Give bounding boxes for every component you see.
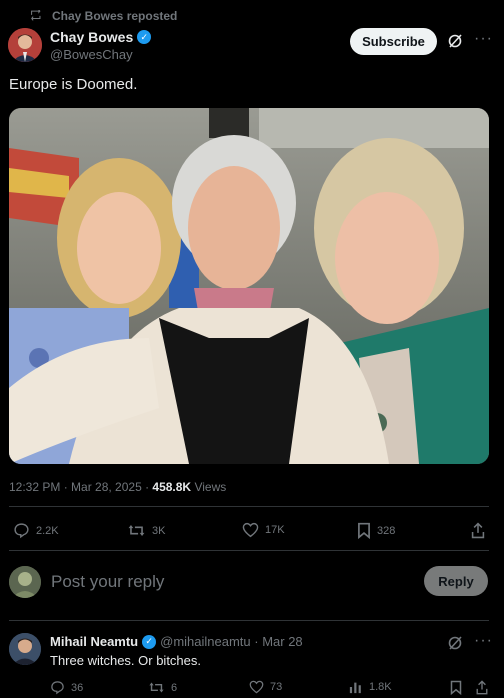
comment-repost-action[interactable]: 6: [148, 680, 177, 695]
reply-icon: [14, 523, 29, 539]
comment-like-count: 73: [270, 681, 283, 693]
share-action[interactable]: [470, 522, 486, 539]
reply-input[interactable]: Post your reply: [51, 572, 164, 592]
divider: [9, 506, 489, 507]
tweet-photo[interactable]: [9, 108, 489, 464]
tweet-time[interactable]: 12:32 PM · Mar 28, 2025 ·: [9, 480, 152, 494]
bookmark-icon: [358, 522, 370, 539]
comment-reply-action[interactable]: 36: [50, 680, 83, 695]
views-chart-icon: [349, 682, 361, 694]
author-name[interactable]: Chay Bowes: [50, 29, 133, 45]
share-icon: [471, 522, 485, 539]
verified-badge-icon: ✓: [137, 30, 152, 44]
more-options-button[interactable]: ···: [474, 30, 493, 48]
comment-reply-count: 36: [71, 681, 84, 694]
verified-badge-icon: ✓: [142, 634, 157, 649]
reply-action[interactable]: 2.2K: [13, 522, 59, 539]
repost-label: Chay Bowes reposted: [52, 9, 178, 23]
reply-icon: [51, 681, 64, 695]
grok-icon[interactable]: [447, 635, 463, 651]
comment-views-action[interactable]: 1.8K: [349, 680, 392, 694]
author-avatar[interactable]: [8, 28, 42, 62]
comment-header: Mihail Neamtu ✓ @mihailneamtu · Mar 28: [50, 634, 303, 649]
divider: [9, 550, 489, 551]
comment-views-count: 1.8K: [369, 681, 392, 693]
repost-indicator[interactable]: Chay Bowes reposted: [30, 9, 177, 23]
comment-bookmark-action[interactable]: [450, 680, 462, 695]
comment-more-button[interactable]: ···: [474, 632, 493, 650]
author-name-row[interactable]: Chay Bowes ✓: [50, 29, 152, 45]
comment-meta[interactable]: @mihailneamtu · Mar 28: [160, 634, 303, 649]
views-count: 458.8K: [152, 480, 192, 494]
comment-share-action[interactable]: [475, 680, 489, 695]
grok-icon[interactable]: [447, 33, 463, 49]
tweet-meta: 12:32 PM · Mar 28, 2025 · 458.8K Views: [9, 480, 226, 494]
comment-like-action[interactable]: 73: [249, 680, 282, 694]
tweet-text: Europe is Doomed.: [9, 76, 138, 93]
divider: [9, 620, 489, 621]
repost-icon: [31, 10, 41, 22]
like-action[interactable]: 17K: [242, 522, 285, 538]
retweet-icon: [149, 682, 164, 693]
repost-count: 3K: [152, 524, 166, 537]
retweet-icon: [128, 524, 145, 537]
bookmark-action[interactable]: 328: [357, 522, 395, 539]
share-icon: [476, 680, 488, 695]
comment-text: Three witches. Or bitches.: [50, 653, 201, 668]
author-handle[interactable]: @BowesChay: [50, 47, 133, 62]
repost-action[interactable]: 3K: [127, 522, 165, 539]
comment-avatar[interactable]: [9, 633, 41, 665]
heart-icon: [242, 522, 259, 538]
heart-icon: [249, 680, 264, 694]
reply-button[interactable]: Reply: [424, 566, 488, 596]
bookmark-count: 328: [377, 524, 396, 537]
subscribe-button[interactable]: Subscribe: [350, 28, 437, 55]
bookmark-icon: [450, 680, 462, 695]
like-count: 17K: [265, 524, 285, 536]
comment-repost-count: 6: [171, 681, 178, 694]
current-user-avatar[interactable]: [9, 566, 41, 598]
comment-author-name[interactable]: Mihail Neamtu: [50, 634, 138, 649]
views-label: Views: [191, 480, 227, 494]
reply-count: 2.2K: [36, 524, 59, 537]
